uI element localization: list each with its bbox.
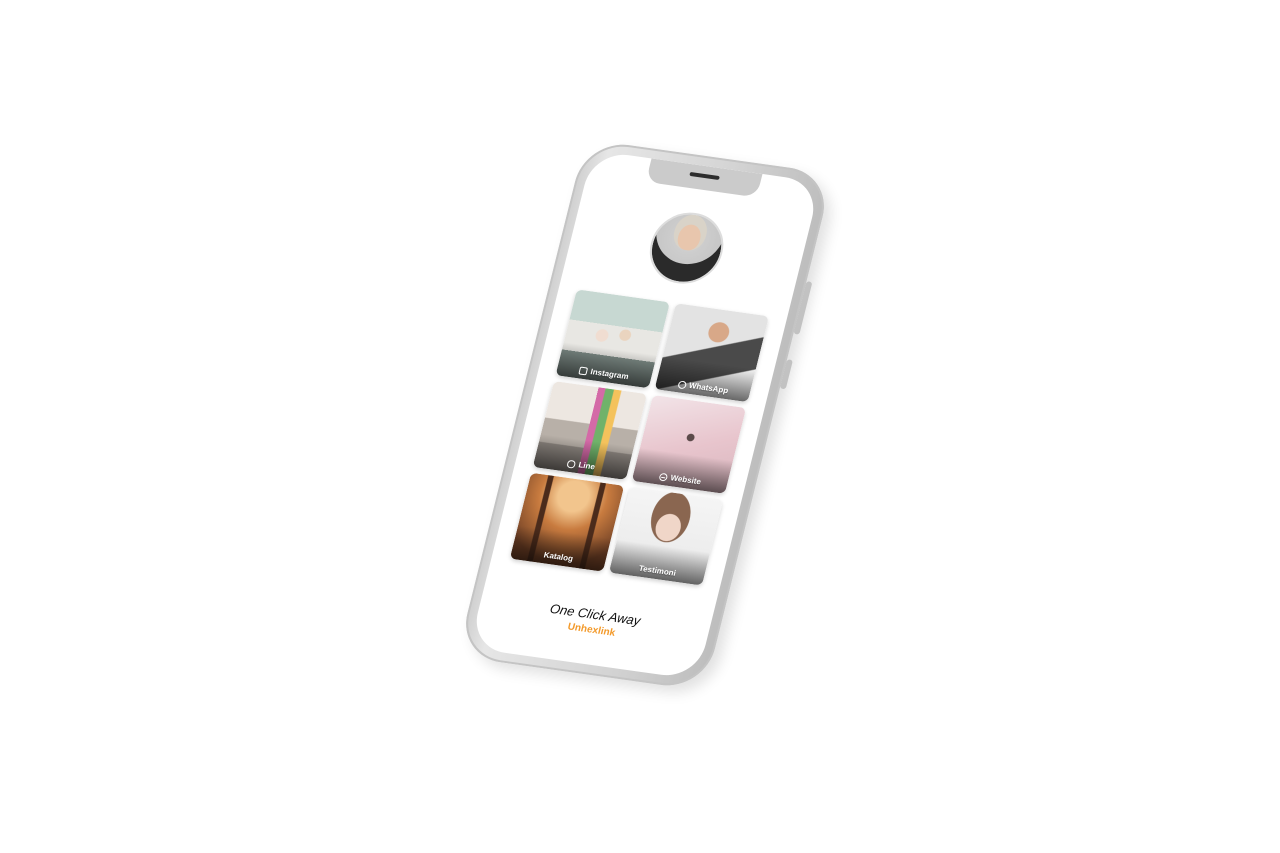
whatsapp-link-tile[interactable]: WhatsApp [654, 303, 770, 403]
whatsapp-tile-label: WhatsApp [656, 376, 751, 398]
avatar [642, 208, 732, 289]
instagram-link-tile[interactable]: Instagram [555, 289, 671, 389]
website-tile-label: Website [633, 468, 728, 490]
katalog-tile-label: Katalog [511, 546, 606, 568]
testimoni-tile-label: Testimoni [610, 560, 705, 582]
website-link-tile[interactable]: Website [631, 394, 747, 494]
instagram-label-text: Instagram [589, 367, 630, 382]
link-grid: Instagram WhatsApp Line Website Katalog … [509, 289, 770, 586]
testimoni-label-text: Testimoni [637, 563, 677, 578]
line-tile-label: Line [534, 454, 629, 476]
website-label-text: Website [669, 473, 702, 487]
mockup-stage: Instagram WhatsApp Line Website Katalog … [0, 0, 1280, 853]
whatsapp-label-text: WhatsApp [687, 380, 730, 396]
website-icon [658, 472, 669, 482]
katalog-label-text: Katalog [542, 550, 575, 564]
katalog-link-tile[interactable]: Katalog [509, 472, 625, 572]
line-label-text: Line [577, 460, 596, 472]
instagram-icon [578, 366, 589, 375]
instagram-tile-label: Instagram [556, 362, 651, 384]
speaker-icon [689, 171, 720, 181]
line-icon [566, 459, 577, 469]
testimoni-link-tile[interactable]: Testimoni [608, 486, 724, 586]
line-link-tile[interactable]: Line [532, 381, 648, 480]
phone-mockup: Instagram WhatsApp Line Website Katalog … [456, 139, 834, 691]
whatsapp-icon [677, 379, 688, 389]
